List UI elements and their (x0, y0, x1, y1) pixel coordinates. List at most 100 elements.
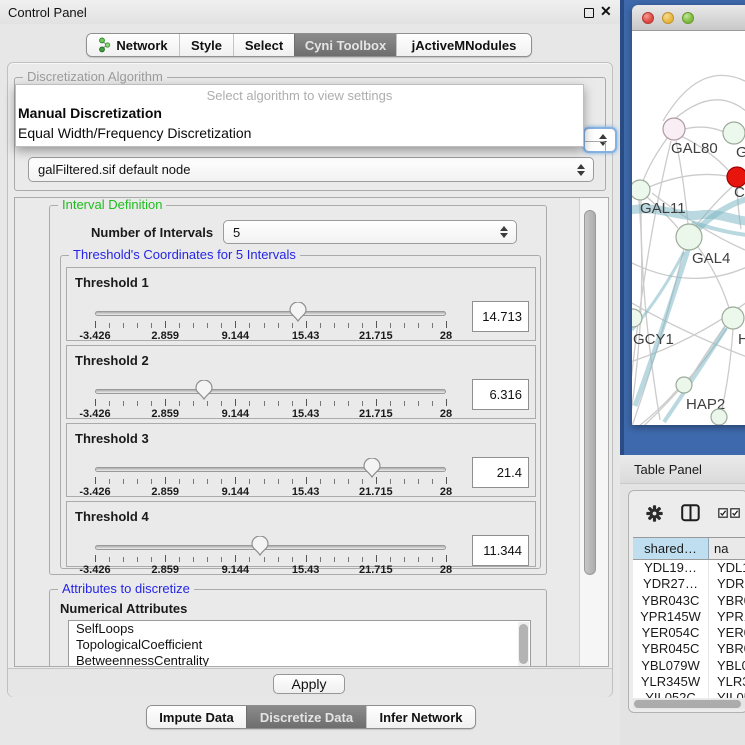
scrollbar-thumb[interactable] (584, 210, 596, 575)
network-node-h[interactable] (722, 307, 744, 329)
threshold-slider[interactable]: -3.4262.8599.14415.4321.71528 (95, 535, 446, 575)
columns-icon[interactable] (681, 504, 700, 522)
list-item[interactable]: SelfLoops (69, 621, 530, 637)
minimize-traffic-light-icon[interactable] (662, 12, 674, 24)
network-node-label: GAL80 (671, 140, 718, 157)
threshold-row: Threshold 1-3.4262.8599.14415.4321.71528 (66, 267, 536, 341)
slider-thumb[interactable] (361, 458, 383, 484)
tab-network[interactable]: Network (87, 34, 179, 56)
tab-jactivemnodules[interactable]: jActiveMNodules (396, 34, 531, 56)
tick-label: 28 (440, 564, 452, 576)
slider-track[interactable] (95, 311, 446, 316)
tab-select[interactable]: Select (233, 34, 294, 56)
tab-label: Style (191, 38, 222, 53)
column-header-shared-name[interactable]: shared… (633, 538, 709, 559)
tick-label: 28 (440, 408, 452, 420)
network-node-gal80[interactable] (663, 118, 685, 140)
minor-tick (418, 479, 419, 484)
table-row[interactable]: YPR145WYPR145W (633, 609, 745, 625)
tab-infer-network[interactable]: Infer Network (366, 706, 475, 728)
major-tick (376, 555, 377, 562)
number-of-intervals-combobox[interactable]: 5 (223, 220, 517, 244)
table-row[interactable]: YDL19…YDL19… (633, 560, 745, 576)
minor-tick (390, 401, 391, 406)
numerical-attributes-list[interactable]: SelfLoopsTopologicalCoefficientBetweenne… (68, 620, 531, 667)
minor-tick (334, 323, 335, 328)
network-canvas[interactable]: GAL80GACGAL11GAL4GCY1HHAP2 (632, 31, 745, 425)
dropdown-option-manual-discretization[interactable]: Manual Discretization (18, 105, 162, 121)
threshold-value-input[interactable] (472, 535, 529, 566)
gear-icon[interactable] (646, 505, 663, 522)
threshold-value-input[interactable] (472, 379, 529, 410)
table-row[interactable]: YER054CYER054C (633, 625, 745, 641)
network-node-ga[interactable] (723, 122, 745, 144)
interval-definition-group: Interval Definition Number of Intervals … (49, 205, 547, 575)
tab-label: Select (245, 38, 283, 53)
minor-tick (334, 557, 335, 562)
attribute-items: SelfLoopsTopologicalCoefficientBetweenne… (69, 621, 530, 667)
right-panel: GAL80GACGAL11GAL4GCY1HHAP2 Table Panel (620, 0, 745, 745)
minor-tick (123, 479, 124, 484)
slider-thumb[interactable] (249, 536, 271, 562)
table-row[interactable]: YLR345WYLR345W (633, 674, 745, 690)
close-icon[interactable]: ✕ (600, 3, 612, 20)
major-tick (95, 477, 96, 484)
threshold-value-input[interactable] (472, 457, 529, 488)
column-header-name[interactable]: na (709, 538, 745, 559)
network-node[interactable] (711, 409, 727, 425)
network-node-gal11[interactable] (632, 180, 650, 200)
tab-label: Cyni Toolbox (305, 38, 386, 53)
major-tick (376, 399, 377, 406)
float-window-icon[interactable] (584, 8, 594, 18)
minor-tick (151, 479, 152, 484)
threshold-slider[interactable]: -3.4262.8599.14415.4321.71528 (95, 379, 446, 419)
network-desktop-background: GAL80GACGAL11GAL4GCY1HHAP2 (620, 0, 745, 455)
main-scrollbar[interactable] (579, 198, 609, 666)
table-row[interactable]: YIL052CYIL052C (633, 690, 745, 698)
table-row[interactable]: YBL079WYBL079W (633, 658, 745, 674)
table-panel-titlebar: Table Panel (620, 455, 745, 484)
minor-tick (404, 401, 405, 406)
scrollbar-thumb[interactable] (634, 700, 741, 708)
attributes-scrollbar[interactable] (518, 622, 529, 667)
list-item[interactable]: BetweennessCentrality (69, 653, 530, 667)
tab-impute-data[interactable]: Impute Data (147, 706, 246, 728)
slider-thumb[interactable] (287, 302, 309, 328)
minor-tick (278, 401, 279, 406)
table-row[interactable]: YDR27…YDR27… (633, 576, 745, 592)
slider-track[interactable] (95, 389, 446, 394)
threshold-value-input[interactable] (472, 301, 529, 332)
table-panel-toolbar (629, 491, 745, 535)
slider-thumb[interactable] (193, 380, 215, 406)
table-data-combobox[interactable]: galFiltered.sif default node (28, 157, 594, 182)
minor-tick (249, 479, 250, 484)
checkbox-icon[interactable] (718, 508, 728, 518)
dropdown-option-equal-width-frequency[interactable]: Equal Width/Frequency Discretization (18, 125, 251, 141)
threshold-slider[interactable]: -3.4262.8599.14415.4321.71528 (95, 301, 446, 341)
table-horizontal-scrollbar[interactable] (633, 699, 745, 709)
attributes-group: Attributes to discretize Numerical Attri… (49, 589, 547, 667)
close-traffic-light-icon[interactable] (642, 12, 654, 24)
table-row[interactable]: YBR045CYBR045C (633, 641, 745, 657)
network-node-gal4[interactable] (676, 224, 702, 250)
checkbox-icon[interactable] (730, 508, 740, 518)
tab-style[interactable]: Style (179, 34, 233, 56)
minor-tick (221, 479, 222, 484)
table-row[interactable]: YBR043CYBR043C (633, 593, 745, 609)
list-item[interactable]: TopologicalCoefficient (69, 637, 530, 653)
minor-tick (207, 557, 208, 562)
minor-tick (137, 401, 138, 406)
minor-tick (404, 557, 405, 562)
threshold-slider[interactable]: -3.4262.8599.14415.4321.71528 (95, 457, 446, 497)
tab-cyni-toolbox[interactable]: Cyni Toolbox (294, 34, 396, 56)
major-tick (95, 555, 96, 562)
major-tick (376, 321, 377, 328)
tab-discretize-data[interactable]: Discretize Data (246, 706, 366, 728)
apply-button[interactable]: Apply (273, 674, 345, 694)
scrollbar-thumb[interactable] (519, 624, 528, 664)
zoom-traffic-light-icon[interactable] (682, 12, 694, 24)
network-node-hap2[interactable] (676, 377, 692, 393)
network-window[interactable]: GAL80GACGAL11GAL4GCY1HHAP2 (632, 5, 745, 425)
minor-tick (348, 401, 349, 406)
slider-track[interactable] (95, 467, 446, 472)
